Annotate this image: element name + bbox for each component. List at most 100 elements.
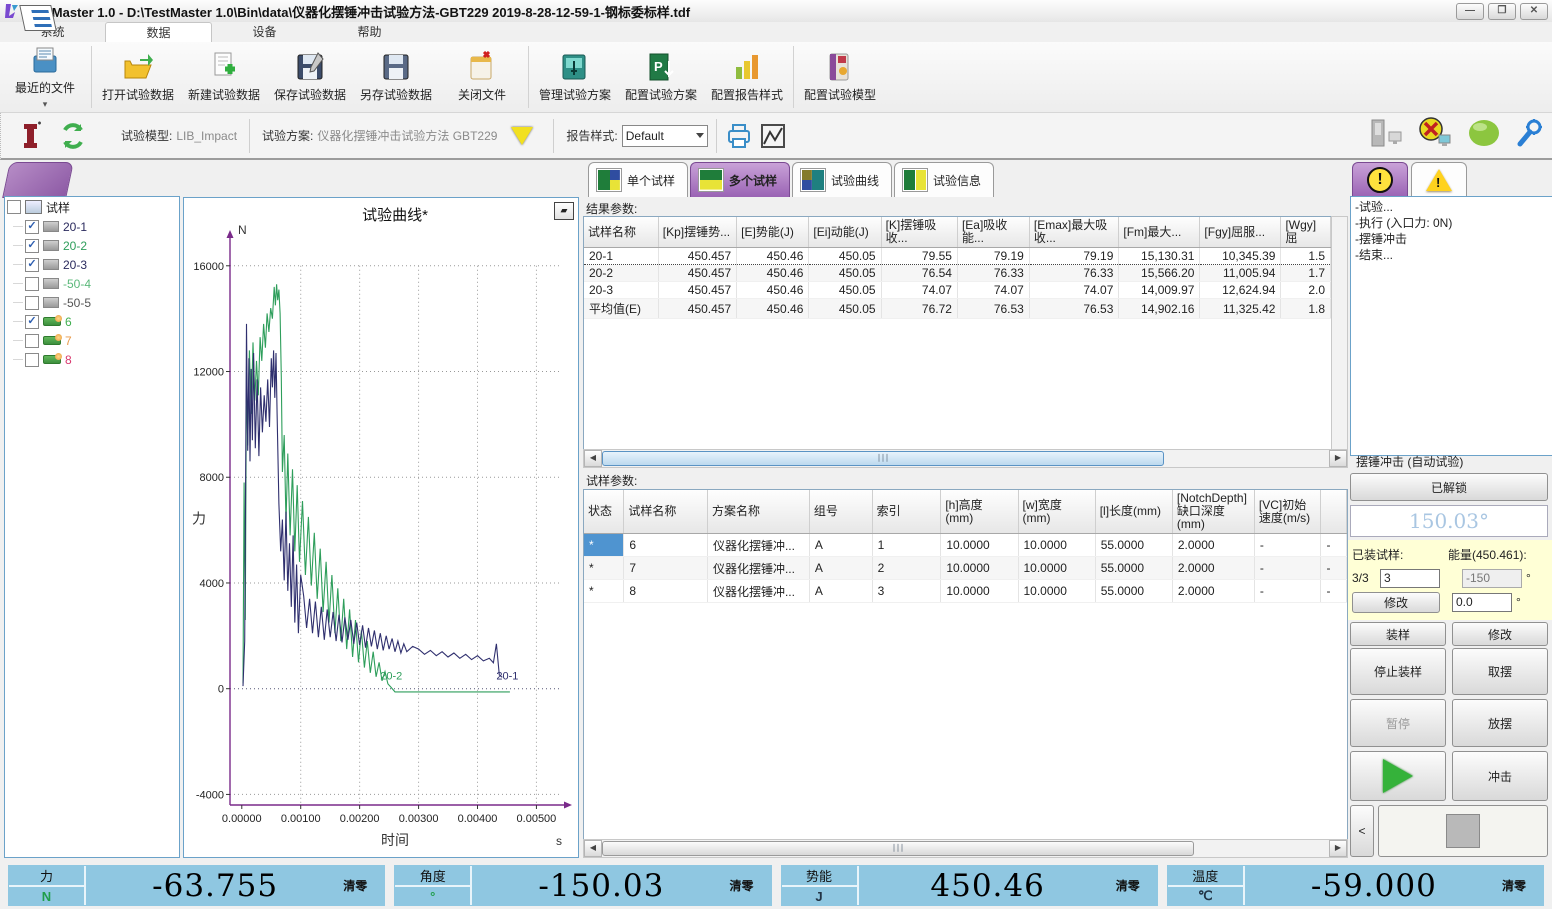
take-pendulum-button[interactable]: 取摆 (1452, 648, 1548, 695)
tree-item-6[interactable]: ✓6 (5, 312, 179, 331)
tree-item-checkbox[interactable]: ✓ (25, 220, 39, 234)
connection-error-icon[interactable] (1417, 117, 1453, 149)
clear-button[interactable]: 清零 (1116, 865, 1158, 906)
stop-load-button[interactable]: 停止装样 (1350, 648, 1446, 695)
collapse-button[interactable]: < (1350, 805, 1374, 857)
table-row[interactable]: 20-2450.457450.46450.0576.5476.3376.3315… (584, 265, 1331, 282)
tab-status-log[interactable]: ! (1352, 162, 1408, 197)
column-header[interactable]: [Ea]吸收能... (957, 217, 1029, 248)
tab-warnings[interactable]: ! (1411, 162, 1467, 197)
clear-button[interactable]: 清零 (343, 865, 385, 906)
tree-item-20-2[interactable]: ✓20-2 (5, 236, 179, 255)
clear-button[interactable]: 清零 (1502, 865, 1544, 906)
column-header[interactable]: [Kp]摆锤势... (658, 217, 736, 248)
stop-button[interactable] (1378, 805, 1548, 857)
tree-root-checkbox[interactable] (7, 200, 21, 214)
tree-item-checkbox[interactable] (25, 277, 39, 291)
new-specimen-icon[interactable] (19, 121, 45, 151)
start-button[interactable] (1350, 751, 1446, 801)
clear-button[interactable]: 清零 (730, 865, 772, 906)
column-header[interactable]: [K]摆锤吸收... (881, 217, 957, 248)
report-style-button[interactable]: 配置报告样式 (704, 42, 790, 112)
column-header[interactable]: [h]高度 (mm) (941, 490, 1018, 534)
modify-button[interactable]: 修改 (1452, 622, 1548, 646)
table-row[interactable]: *8仪器化摆锤冲...A310.000010.000055.00002.0000… (584, 580, 1347, 603)
results-vscrollbar[interactable] (1331, 216, 1348, 450)
column-header[interactable]: 试样名称 (624, 490, 708, 534)
load-sample-button[interactable]: 装样 (1350, 622, 1446, 646)
curve-report-icon[interactable] (759, 122, 787, 150)
column-header[interactable]: [Fm]最大... (1119, 217, 1200, 248)
config-model-button[interactable]: 配置试验模型 (797, 42, 883, 112)
column-header[interactable]: [Wgy]屈 (1281, 217, 1331, 248)
close-file-button[interactable]: 关闭文件 (439, 42, 525, 112)
samples-hscrollbar[interactable]: ◀ ∣∣∣ ▶ (583, 839, 1348, 858)
minimize-button[interactable]: — (1456, 3, 1484, 20)
column-header[interactable] (1321, 490, 1347, 534)
tree-item--50-4[interactable]: -50-4 (5, 274, 179, 293)
tree-item-20-1[interactable]: ✓20-1 (5, 217, 179, 236)
tab-单个试样[interactable]: 单个试样 (588, 162, 688, 197)
report-style-dropdown[interactable]: Default (622, 125, 708, 147)
print-preview-icon[interactable] (725, 122, 753, 150)
menu-item-2[interactable]: 数据 (105, 22, 212, 43)
pause-button[interactable]: 暂停 (1350, 699, 1446, 747)
filter-funnel-icon[interactable] (511, 127, 533, 145)
manage-plan-button[interactable]: 管理试验方案 (532, 42, 618, 112)
table-row[interactable]: 20-3450.457450.46450.0574.0774.0774.0714… (584, 282, 1331, 299)
release-pendulum-button[interactable]: 放摆 (1452, 699, 1548, 747)
tab-试验曲线[interactable]: 试验曲线 (792, 162, 892, 197)
tree-item-checkbox[interactable]: ✓ (25, 258, 39, 272)
open-data-button[interactable]: 打开试验数据 (95, 42, 181, 112)
tree-item-7[interactable]: 7 (5, 331, 179, 350)
tree-root[interactable]: 试样 (5, 197, 179, 217)
tree-item-checkbox[interactable]: ✓ (25, 239, 39, 253)
tree-item-checkbox[interactable]: ✓ (25, 315, 39, 329)
column-header[interactable]: [VC]初始速度(m/s) (1254, 490, 1321, 534)
results-hscrollbar[interactable]: ◀ ∣∣∣ ▶ (583, 449, 1348, 468)
column-header[interactable]: [Emax]最大吸收... (1029, 217, 1119, 248)
chart-tool-button[interactable]: ▰ (554, 202, 574, 220)
tab-多个试样[interactable]: 多个试样 (690, 162, 790, 197)
column-header[interactable]: 状态 (584, 490, 624, 534)
machine-status-icon[interactable] (1369, 118, 1403, 148)
column-header[interactable]: [l]长度(mm) (1095, 490, 1172, 534)
refresh-icon[interactable] (59, 122, 87, 150)
column-header[interactable]: 索引 (872, 490, 941, 534)
settings-icon[interactable] (1515, 118, 1545, 148)
restore-button[interactable]: ❐ (1488, 3, 1516, 20)
tab-试验信息[interactable]: 试验信息 (894, 162, 994, 197)
tree-item-8[interactable]: 8 (5, 350, 179, 369)
column-header[interactable]: 试样名称 (584, 217, 658, 248)
column-header[interactable]: 方案名称 (707, 490, 809, 534)
table-row[interactable]: 20-1450.457450.46450.0579.5579.1979.1915… (584, 248, 1331, 265)
table-row[interactable]: 平均值(E)450.457450.46450.0576.7276.5376.53… (584, 299, 1331, 319)
menu-item-3[interactable]: 设备 (212, 22, 317, 42)
table-row[interactable]: *6仪器化摆锤冲...A110.000010.000055.00002.0000… (584, 534, 1347, 557)
modify-count-button[interactable]: 修改 (1352, 592, 1440, 613)
menu-item-4[interactable]: 帮助 (317, 22, 422, 42)
tree-tab[interactable] (2, 162, 74, 198)
tree-item--50-5[interactable]: -50-5 (5, 293, 179, 312)
tree-item-20-3[interactable]: ✓20-3 (5, 255, 179, 274)
column-header[interactable]: [Fgy]屈服... (1200, 217, 1281, 248)
loaded-count-input[interactable]: 3 (1380, 569, 1440, 588)
tree-item-checkbox[interactable] (25, 353, 39, 367)
column-header[interactable]: [E]势能(J) (737, 217, 809, 248)
save-data-button[interactable]: 保存试验数据 (267, 42, 353, 112)
tree-item-checkbox[interactable] (25, 334, 39, 348)
recent-files-button[interactable]: 最近的文件▾ (2, 42, 88, 112)
tree-item-checkbox[interactable] (25, 296, 39, 310)
unlock-button[interactable]: 已解锁 (1350, 473, 1548, 501)
column-header[interactable]: [w]宽度 (mm) (1018, 490, 1095, 534)
config-plan-button[interactable]: P配置试验方案 (618, 42, 704, 112)
zero-angle-input[interactable]: 0.0 (1452, 593, 1512, 612)
ready-ball-icon[interactable] (1467, 117, 1501, 149)
column-header[interactable]: [NotchDepth]缺口深度 (mm) (1172, 490, 1254, 534)
column-header[interactable]: 组号 (809, 490, 872, 534)
new-data-button[interactable]: 新建试验数据 (181, 42, 267, 112)
column-header[interactable]: [Ei]动能(J) (809, 217, 881, 248)
close-button[interactable]: ✕ (1520, 3, 1548, 20)
saveas-data-button[interactable]: 另存试验数据 (353, 42, 439, 112)
table-row[interactable]: *7仪器化摆锤冲...A210.000010.000055.00002.0000… (584, 557, 1347, 580)
